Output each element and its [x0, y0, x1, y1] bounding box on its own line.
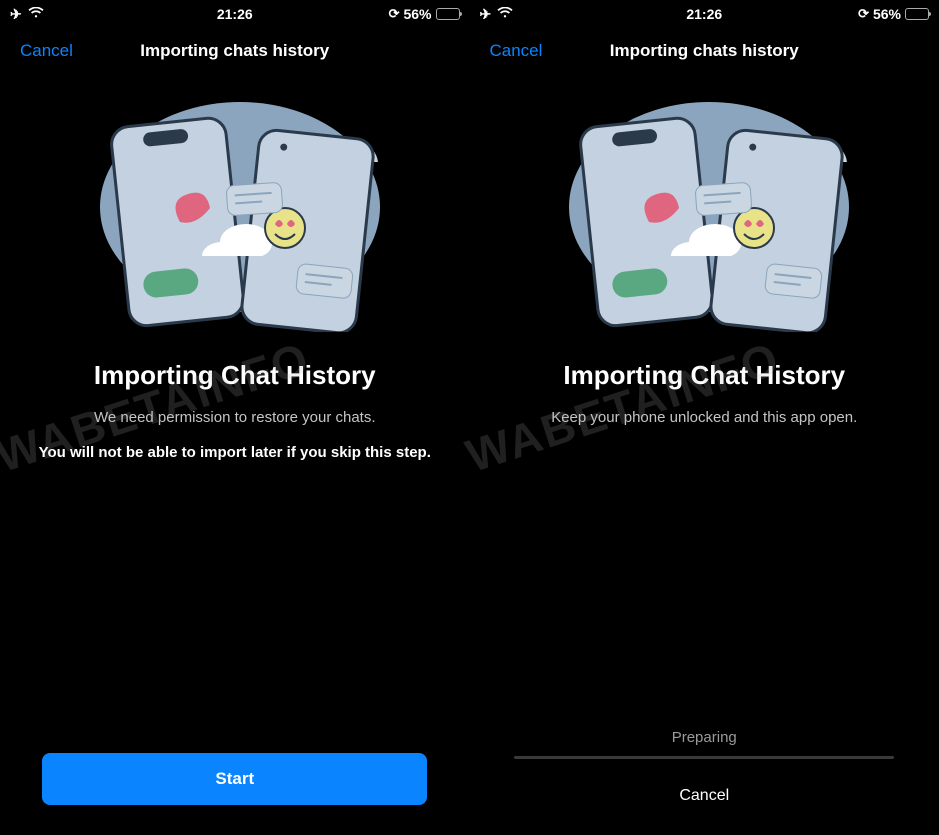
bottom-area: Preparing Cancel: [470, 729, 939, 835]
status-bar: ✈︎ 21:26 ⟳ 56%: [0, 0, 470, 28]
status-time: 21:26: [470, 6, 939, 22]
battery-icon: [436, 8, 460, 20]
screen-right: ✈︎ 21:26 ⟳ 56% Cancel Importing chats hi…: [470, 0, 939, 835]
chat-transfer-illustration: [75, 92, 395, 332]
instruction-text: Keep your phone unlocked and this app op…: [470, 409, 939, 426]
progress-status-text: Preparing: [500, 729, 910, 746]
nav-cancel-button[interactable]: Cancel: [490, 41, 543, 61]
cancel-button[interactable]: Cancel: [679, 787, 729, 805]
nav-bar: Cancel Importing chats history: [470, 28, 939, 74]
warning-text: You will not be able to import later if …: [0, 444, 470, 461]
watermark: WABETAINFO: [459, 331, 786, 483]
permission-text: We need permission to restore your chats…: [0, 409, 470, 426]
page-heading: Importing Chat History: [470, 360, 939, 391]
nav-bar: Cancel Importing chats history: [0, 28, 470, 74]
chat-transfer-illustration: [544, 92, 864, 332]
status-bar: ✈︎ 21:26 ⟳ 56%: [470, 0, 939, 28]
bottom-area: Start: [0, 753, 470, 835]
progress-bar: [514, 756, 894, 759]
illustration-container: [0, 92, 470, 332]
battery-icon: [905, 8, 929, 20]
illustration-container: [470, 92, 939, 332]
page-heading: Importing Chat History: [0, 360, 470, 391]
start-button[interactable]: Start: [42, 753, 427, 805]
nav-cancel-button[interactable]: Cancel: [20, 41, 73, 61]
status-time: 21:26: [0, 6, 470, 22]
screen-left: ✈︎ 21:26 ⟳ 56% Cancel Importing chats hi…: [0, 0, 470, 835]
